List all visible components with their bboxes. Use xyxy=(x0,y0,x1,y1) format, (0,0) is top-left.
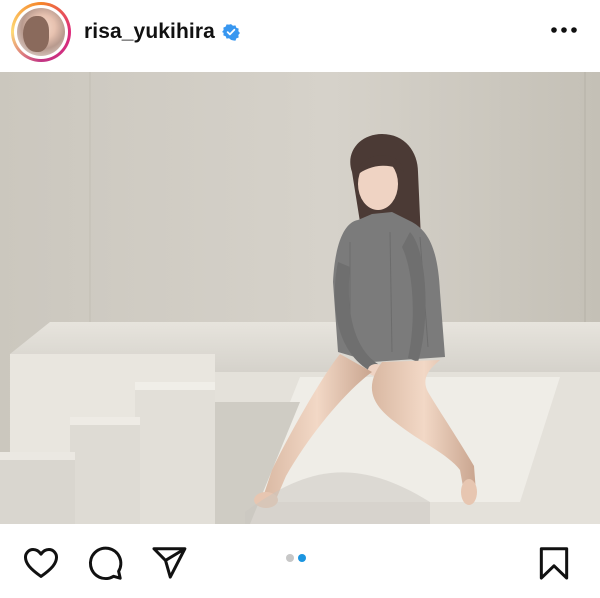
story-ring[interactable] xyxy=(11,2,71,62)
comment-icon[interactable] xyxy=(86,544,124,582)
more-horizontal-icon[interactable] xyxy=(548,20,580,40)
stair-step-2-top xyxy=(70,417,140,425)
stair-step-2 xyxy=(70,422,140,524)
post-photo[interactable] xyxy=(0,72,600,524)
avatar[interactable] xyxy=(14,5,68,59)
send-icon[interactable] xyxy=(150,544,188,582)
avatar-hair-shape xyxy=(23,16,49,52)
verified-badge-icon xyxy=(221,24,240,41)
stair-step-1 xyxy=(0,457,75,524)
carousel-dot-active[interactable] xyxy=(298,554,306,562)
carousel-dot[interactable] xyxy=(286,554,294,562)
post-header: risa_yukihira xyxy=(0,0,600,72)
stair-step-3-top xyxy=(135,382,215,390)
heart-icon[interactable] xyxy=(22,544,60,582)
username-row: risa_yukihira xyxy=(84,18,240,46)
username-link[interactable]: risa_yukihira xyxy=(84,20,215,44)
bookmark-icon[interactable] xyxy=(535,544,573,582)
carousel-indicator xyxy=(286,554,306,562)
right-foot xyxy=(461,479,477,505)
avatar-image xyxy=(17,8,65,56)
stair-step-3 xyxy=(135,387,215,524)
stair-step-1-top xyxy=(0,452,75,460)
post-photo-illustration xyxy=(0,72,600,524)
